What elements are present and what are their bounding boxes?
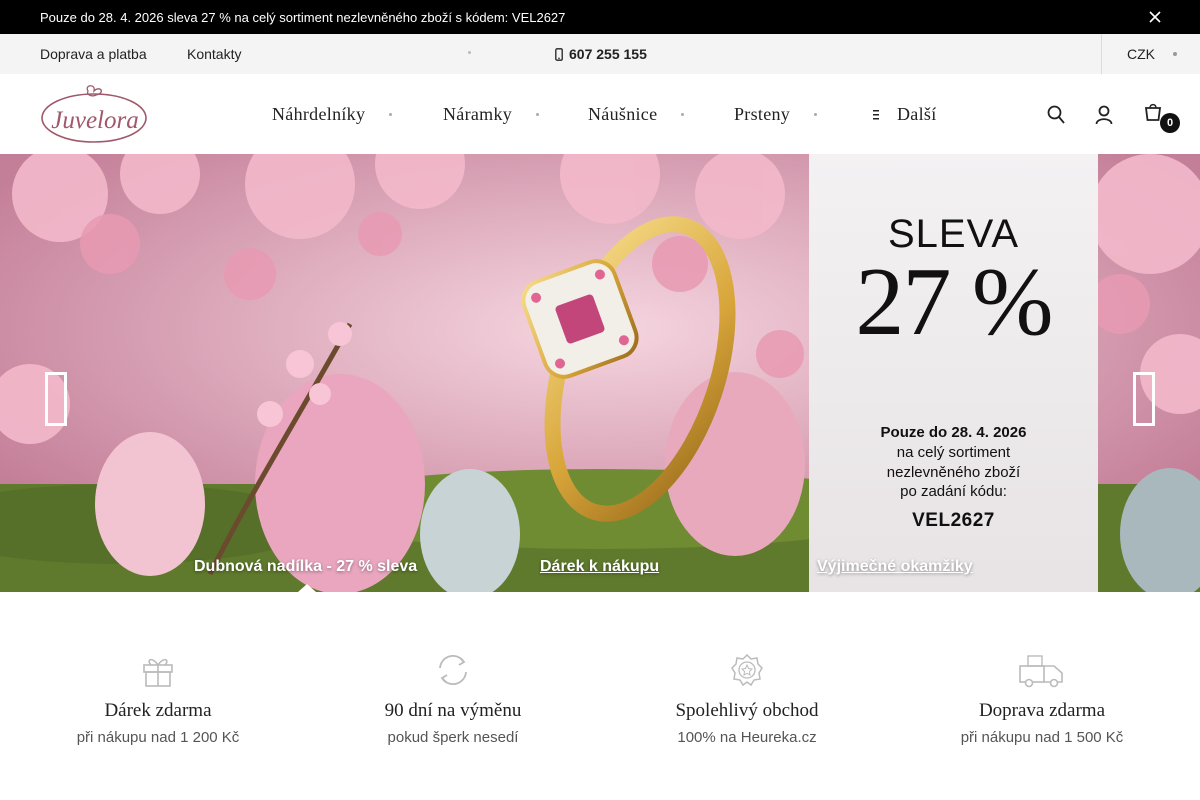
nav-label: Prsteny [734,104,791,124]
benefit-title: Dárek zdarma [104,700,212,721]
benefit-exchange: 90 dní na výměnu pokud šperk nesedí [303,652,603,746]
phone-icon [555,47,563,61]
nav-bracelets[interactable]: Náramky [443,104,540,125]
promo-percent: 27 % [855,248,1053,356]
cart-count-badge: 0 [1160,113,1180,133]
benefit-title: Doprava zdarma [978,700,1106,721]
slider-prev-icon[interactable] [45,372,67,426]
active-tab-indicator [298,584,316,592]
slider-tabs: Dubnová nadílka - 27 % sleva Dárek k nák… [0,542,1200,592]
chevron-down-icon [1173,52,1177,56]
nav-label: Další [897,104,937,124]
slider-next-icon[interactable] [1133,372,1155,426]
promo-line-3: nezlevněného zboží [886,464,1021,481]
benefit-free-shipping: Doprava zdarma při nákupu nad 1 500 Kč [892,652,1192,746]
slide-tab-moments[interactable]: Výjimečné okamžiky [817,558,973,576]
nav-label: Náramky [443,104,513,124]
phone-contact[interactable]: 607 255 155 [555,46,647,62]
hero-slider: SLEVA 27 % Pouze do 28. 4. 2026 na celý … [0,154,1200,592]
exchange-icon [439,655,467,685]
utility-bar: Doprava a platba Kontakty 607 255 155 CZ… [0,34,1200,74]
nav-label: Náušnice [588,104,658,124]
chevron-down-icon [681,113,685,116]
announcement-bar: Pouze do 28. 4. 2026 sleva 27 % na celý … [0,0,1200,34]
trust-badge-icon [731,653,763,687]
nav-rings[interactable]: Prsteny [734,104,818,125]
benefits-section: Dárek zdarma při nákupu nad 1 200 Kč 90 … [0,592,1200,800]
slide-tab-april-sale[interactable]: Dubnová nadílka - 27 % sleva [194,558,417,576]
contacts-link[interactable]: Kontakty [187,46,241,62]
logo[interactable]: Juvelora [40,83,150,145]
gift-icon [143,658,173,687]
announcement-text: Pouze do 28. 4. 2026 sleva 27 % na celý … [40,10,566,25]
main-header: Juvelora Náhrdelníky Náramky Náušnice Pr… [0,74,1200,154]
truck-icon [1019,655,1063,688]
shipping-payment-link[interactable]: Doprava a platba [40,46,147,62]
promo-line-4: po zadání kódu: [900,483,1007,500]
benefit-subtitle: při nákupu nad 1 500 Kč [960,729,1124,746]
nav-label: Náhrdelníky [272,104,366,124]
close-icon[interactable] [1148,10,1162,24]
chevron-down-icon [536,113,540,116]
separator-dot [468,51,471,54]
chevron-down-icon [814,113,818,116]
benefit-subtitle: při nákupu nad 1 200 Kč [76,729,240,746]
phone-number: 607 255 155 [569,46,647,62]
nav-more[interactable]: Další [873,104,937,125]
nav-earrings[interactable]: Náušnice [588,104,685,125]
promo-date: Pouze do 28. 4. 2026 [880,424,1027,441]
search-icon[interactable] [1046,104,1066,126]
currency-value: CZK [1127,46,1155,62]
slide-tab-gift[interactable]: Dárek k nákupu [540,558,659,576]
menu-icon [873,109,879,119]
nav-necklaces[interactable]: Náhrdelníky [272,104,393,125]
benefit-subtitle: pokud šperk nesedí [387,729,519,746]
benefit-free-gift: Dárek zdarma při nákupu nad 1 200 Kč [8,652,308,746]
promo-panel: SLEVA 27 % Pouze do 28. 4. 2026 na celý … [809,154,1098,592]
user-icon[interactable] [1094,104,1114,126]
promo-line-2: na celý sortiment [896,444,1011,461]
benefit-trusted-shop: Spolehlivý obchod 100% na Heureka.cz [597,652,897,746]
benefit-subtitle: 100% na Heureka.cz [677,729,817,746]
currency-selector[interactable]: CZK [1101,34,1200,74]
benefit-title: 90 dní na výměnu [384,700,522,721]
benefit-title: Spolehlivý obchod [675,700,819,721]
promo-code: VEL2627 [912,510,995,531]
chevron-down-icon [389,113,393,116]
logo-text: Juvelora [51,107,138,134]
